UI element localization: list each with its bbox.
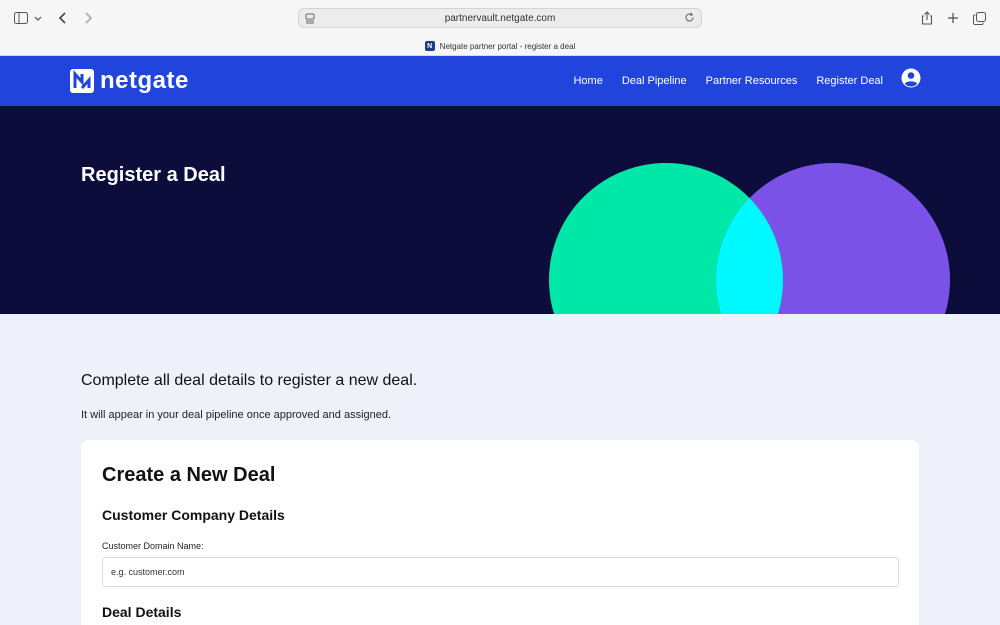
address-url: partnervault.netgate.com [444, 12, 556, 24]
hero-banner: Register a Deal [0, 106, 1000, 314]
netgate-favicon-icon: N [424, 41, 435, 51]
create-deal-card: Create a New Deal Customer Company Detai… [81, 440, 919, 625]
netgate-logo[interactable]: netgate [70, 69, 189, 93]
customer-domain-input[interactable] [102, 557, 899, 587]
chevron-down-icon[interactable] [34, 8, 42, 28]
browser-chrome: partnervault.netgate.com N Netgate partn… [0, 0, 1000, 56]
tab-overview-icon[interactable] [973, 8, 986, 28]
tab-title: Netgate partner portal - register a deal [439, 41, 576, 51]
intro-lead: Complete all deal details to register a … [81, 372, 418, 389]
page-title: Register a Deal [81, 164, 226, 186]
browser-tab[interactable]: N Netgate partner portal - register a de… [0, 37, 1000, 55]
nav-link-deal-pipeline[interactable]: Deal Pipeline [622, 75, 687, 87]
share-icon[interactable] [921, 8, 933, 28]
nav-link-partner-resources[interactable]: Partner Resources [706, 75, 798, 87]
logo-wordmark: netgate [100, 67, 189, 94]
sidebar-toggle-icon[interactable] [14, 8, 28, 28]
form-title: Create a New Deal [102, 464, 276, 486]
nav-link-home[interactable]: Home [573, 75, 602, 87]
page-settings-icon[interactable] [305, 13, 315, 27]
nav-links: Home Deal Pipeline Partner Resources Reg… [573, 56, 883, 106]
domain-label: Customer Domain Name: [102, 541, 204, 551]
section-title-company: Customer Company Details [102, 507, 285, 523]
section-title-deal: Deal Details [102, 604, 182, 620]
browser-toolbar: partnervault.netgate.com [0, 0, 1000, 36]
nav-link-register-deal[interactable]: Register Deal [816, 75, 883, 87]
new-tab-icon[interactable] [947, 8, 959, 28]
back-icon[interactable] [58, 8, 68, 28]
reload-icon[interactable] [684, 12, 695, 26]
hero-decorative-circles [549, 163, 950, 314]
site-nav: netgate Home Deal Pipeline Partner Resou… [0, 56, 1000, 106]
intro-subtext: It will appear in your deal pipeline onc… [81, 409, 392, 421]
user-account-icon[interactable] [901, 68, 921, 88]
forward-icon[interactable] [83, 8, 93, 28]
netgate-logo-icon [70, 69, 94, 93]
address-bar[interactable]: partnervault.netgate.com [298, 8, 702, 28]
